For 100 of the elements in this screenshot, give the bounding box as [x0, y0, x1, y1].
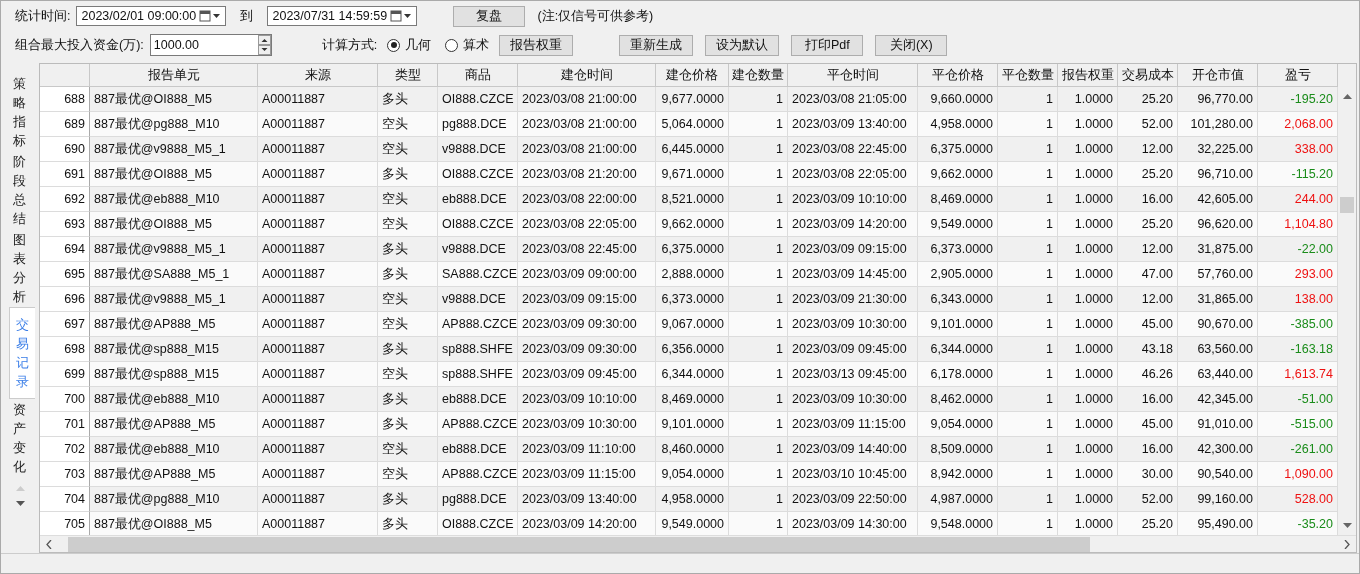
table-cell: 9,054.0000 — [656, 462, 729, 487]
column-header[interactable]: 报告权重 — [1058, 64, 1118, 87]
table-cell: 8,469.0000 — [656, 387, 729, 412]
column-header[interactable]: 商品 — [438, 64, 518, 87]
table-cell: 25.20 — [1118, 87, 1178, 112]
table-cell: SA888.CZCE — [438, 262, 518, 287]
table-cell: 16.00 — [1118, 387, 1178, 412]
table-cell: 1.0000 — [1058, 487, 1118, 512]
table-cell: 1 — [998, 212, 1058, 237]
scroll-thumb[interactable] — [1340, 197, 1354, 213]
method-radio[interactable]: 算术 — [445, 36, 490, 54]
scroll-down-icon[interactable] — [1342, 523, 1352, 530]
table-cell: 12.00 — [1118, 237, 1178, 262]
table-cell: 2023/03/09 11:15:00 — [788, 412, 918, 437]
capital-label: 组合最大投入资金(万): — [15, 36, 144, 54]
table-cell: 90,540.00 — [1178, 462, 1258, 487]
column-header[interactable]: 建仓价格 — [656, 64, 729, 87]
table-cell: 6,344.0000 — [656, 362, 729, 387]
table-cell: AP888.CZCE — [438, 462, 518, 487]
table-cell: 6,178.0000 — [918, 362, 998, 387]
table-cell: 2023/03/09 14:20:00 — [788, 212, 918, 237]
table-cell: 96,770.00 — [1178, 87, 1258, 112]
table-cell: 2023/03/08 21:05:00 — [788, 87, 918, 112]
table-cell: 1 — [729, 462, 788, 487]
scroll-thumb[interactable] — [68, 536, 1090, 552]
table-cell: v9888.DCE — [438, 137, 518, 162]
column-header[interactable]: 类型 — [378, 64, 438, 87]
table-cell: A00011887 — [258, 487, 378, 512]
table-cell: sp888.SHFE — [438, 362, 518, 387]
table-cell: 31,875.00 — [1178, 237, 1258, 262]
replay-button[interactable]: 复盘 — [453, 5, 526, 27]
table-cell: 1.0000 — [1058, 412, 1118, 437]
side-tab[interactable]: 交易记录 — [9, 307, 35, 399]
scroll-left-icon[interactable] — [46, 539, 52, 549]
row-number: 701 — [40, 412, 90, 437]
table-cell: A00011887 — [258, 187, 378, 212]
table-cell: 25.20 — [1118, 212, 1178, 237]
column-header[interactable]: 报告单元 — [90, 64, 258, 87]
column-header[interactable]: 建仓数量 — [729, 64, 788, 87]
side-tab[interactable]: 图表分析 — [13, 229, 26, 307]
table-cell: 1.0000 — [1058, 237, 1118, 262]
table-cell: 1 — [998, 137, 1058, 162]
profit-cell: -115.20 — [1258, 162, 1338, 187]
table-cell: 25.20 — [1118, 162, 1178, 187]
table-cell: 2023/03/09 22:50:00 — [788, 487, 918, 512]
table-cell: 9,101.0000 — [656, 412, 729, 437]
row-number: 694 — [40, 237, 90, 262]
table-cell: 887最优@SA888_M5_1 — [90, 262, 258, 287]
table-cell: 1 — [998, 112, 1058, 137]
table-cell: A00011887 — [258, 387, 378, 412]
action-button[interactable]: 打印Pdf — [791, 34, 864, 56]
side-tab[interactable]: 资产变化 — [13, 399, 26, 477]
table-cell: 1.0000 — [1058, 112, 1118, 137]
start-date-field[interactable]: 2023/02/01 09:00:00 — [76, 6, 227, 26]
profit-cell: 338.00 — [1258, 137, 1338, 162]
table-cell: 8,460.0000 — [656, 437, 729, 462]
table-cell: 46.26 — [1118, 362, 1178, 387]
action-button[interactable]: 关闭(X) — [875, 34, 948, 56]
spinner-arrows-icon — [257, 35, 271, 55]
column-header[interactable]: 平仓时间 — [788, 64, 918, 87]
table-cell: 90,670.00 — [1178, 312, 1258, 337]
method-radio[interactable]: 几何 — [387, 36, 432, 54]
table-cell: 887最优@OI888_M5 — [90, 87, 258, 112]
table-cell: 2023/03/08 22:05:00 — [518, 212, 656, 237]
row-number: 693 — [40, 212, 90, 237]
table-cell: 空头 — [378, 437, 438, 462]
column-header[interactable]: 建仓时间 — [518, 64, 656, 87]
column-header[interactable]: 来源 — [258, 64, 378, 87]
table-cell: 1 — [729, 312, 788, 337]
row-number: 698 — [40, 337, 90, 362]
horizontal-scrollbar[interactable] — [40, 535, 1356, 552]
scroll-up-icon[interactable] — [1342, 93, 1352, 99]
capital-spinner-field[interactable]: 1000.00 — [149, 34, 272, 56]
report-weight-button[interactable]: 报告权重 — [499, 34, 574, 56]
column-header[interactable]: 开仓市值 — [1178, 64, 1258, 87]
table-cell: 2023/03/10 10:45:00 — [788, 462, 918, 487]
action-button[interactable]: 设为默认 — [705, 34, 780, 56]
side-tab[interactable]: 阶段总结 — [13, 151, 26, 229]
scroll-right-icon[interactable] — [1344, 539, 1350, 549]
table-cell: 1.0000 — [1058, 387, 1118, 412]
table-cell: A00011887 — [258, 262, 378, 287]
side-tab[interactable]: 策略指标 — [13, 73, 26, 151]
column-header[interactable]: 交易成本 — [1118, 64, 1178, 87]
table-cell: OI888.CZCE — [438, 87, 518, 112]
table-cell: 887最优@eb888_M10 — [90, 437, 258, 462]
action-button[interactable]: 重新生成 — [619, 34, 694, 56]
table-cell: 空头 — [378, 312, 438, 337]
column-header[interactable]: 平仓价格 — [918, 64, 998, 87]
profit-cell: 528.00 — [1258, 487, 1338, 512]
table-cell: sp888.SHFE — [438, 337, 518, 362]
table-cell: 1 — [729, 287, 788, 312]
table-cell: OI888.CZCE — [438, 212, 518, 237]
table-cell: 8,509.0000 — [918, 437, 998, 462]
table-cell: 9,662.0000 — [656, 212, 729, 237]
column-header[interactable]: 盈亏 — [1258, 64, 1338, 87]
end-date-field[interactable]: 2023/07/31 14:59:59 — [267, 6, 418, 26]
column-header[interactable]: 平仓数量 — [998, 64, 1058, 87]
row-number: 703 — [40, 462, 90, 487]
row-number: 705 — [40, 512, 90, 536]
scroll-down-icon[interactable] — [15, 501, 25, 507]
